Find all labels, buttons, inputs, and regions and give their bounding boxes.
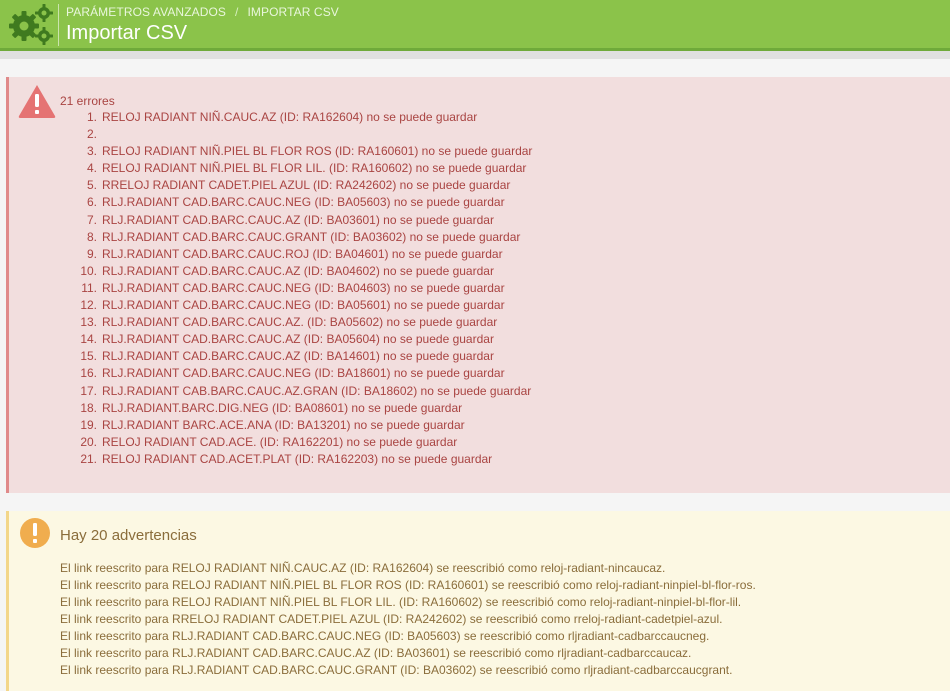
warning-item: El link reescrito para RELOJ RADIANT NIÑ… — [60, 561, 666, 575]
error-item-text: RELOJ RADIANT NIÑ.PIEL BL FLOR LIL. (ID:… — [102, 161, 527, 176]
error-item-text: RRELOJ RADIANT CADET.PIEL AZUL (ID: RA24… — [102, 178, 511, 193]
error-item-text: RLJ.RADIANT CAD.BARC.CAUC.AZ (ID: BA0360… — [102, 212, 494, 227]
warning-item: El link reescrito para RLJ.RADIANT CAD.B… — [60, 629, 710, 643]
error-item-text: RLJ.RADIANT CAD.BARC.CAUC.AZ (ID: BA0460… — [102, 263, 494, 278]
error-item-number: 10. — [80, 263, 97, 278]
error-item-number: 21. — [80, 451, 97, 466]
error-item-number: 7. — [86, 212, 97, 227]
error-item-text: RLJ.RADIANT CAD.BARC.CAUC.ROJ (ID: BA046… — [102, 246, 503, 261]
error-item-text: RLJ.RADIANT CAD.BARC.CAUC.NEG (ID: BA046… — [102, 280, 505, 295]
warning-item: El link reescrito para RRELOJ RADIANT CA… — [60, 612, 723, 626]
warning-item: El link reescrito para RLJ.RADIANT CAD.B… — [60, 646, 692, 660]
warning-item: El link reescrito para RLJ.RADIANT CAD.B… — [60, 663, 733, 677]
error-item: 3. RELOJ RADIANT NIÑ.PIEL BL FLOR ROS (ID… — [60, 143, 532, 160]
error-item-number: 13. — [80, 315, 97, 330]
exclamation-circle-icon — [20, 518, 50, 548]
error-item-number: 15. — [80, 349, 97, 364]
error-item: 11. RLJ.RADIANT CAD.BARC.CAUC.NEG (ID: BA… — [60, 280, 532, 297]
error-item-number: 11. — [81, 280, 97, 295]
error-item-number: 5. — [86, 178, 97, 193]
error-item-text: RELOJ RADIANT NIÑ.CAUC.AZ (ID: RA162604)… — [102, 110, 478, 124]
error-item-number: 16. — [80, 366, 97, 381]
error-item-text: RELOJ RADIANT CAD.ACE. (ID: RA162201) no… — [102, 434, 458, 449]
warning-triangle-icon — [18, 85, 56, 118]
error-item-number: 8. — [86, 229, 97, 244]
page-header: PARÁMETROS AVANZADOS / IMPORTAR CSV Import… — [0, 0, 950, 48]
error-item-text: RLJ.RADIANT BARC.ACE.ANA (ID: BA13201) n… — [102, 417, 465, 432]
error-item: 17. RLJ.RADIANT CAB.BARC.CAUC.AZ.GRAN (ID… — [60, 383, 532, 400]
error-item-text: RLJ.RADIANT CAD.BARC.CAUC.AZ (ID: BA0560… — [102, 332, 494, 347]
error-item-number: 14. — [80, 332, 97, 347]
error-item-number: 19. — [80, 417, 97, 432]
error-item: 13. RLJ.RADIANT CAD.BARC.CAUC.AZ. (ID: BA… — [60, 314, 532, 331]
error-list: 1. RELOJ RADIANT NIÑ.CAUC.AZ (ID: RA16260… — [60, 109, 532, 468]
error-item-text: RLJ.RADIANT CAD.BARC.CAUC.AZ (ID: BA1460… — [102, 349, 494, 364]
error-item-text: RLJ.RADIANT CAD.BARC.CAUC.NEG (ID: BA056… — [102, 298, 505, 313]
error-alert: 21 errores 1. RELOJ RADIANT NIÑ.CAUC.AZ (… — [6, 77, 950, 493]
error-item-number: 17. — [80, 383, 97, 398]
warning-item: El link reescrito para RELOJ RADIANT NIÑ… — [60, 595, 742, 609]
error-item: 4. RELOJ RADIANT NIÑ.PIEL BL FLOR LIL. (I… — [60, 160, 532, 177]
breadcrumb-item-importar-csv: IMPORTAR CSV — [247, 5, 339, 19]
error-item-number: 18. — [80, 400, 97, 415]
error-item-text: RLJ.RADIANT CAB.BARC.CAUC.AZ.GRAN (ID: B… — [102, 383, 532, 398]
error-count: 21 errores — [60, 94, 115, 108]
error-item-number: 3. — [86, 144, 97, 159]
header-divider — [58, 4, 59, 46]
error-item-number: 4. — [86, 161, 97, 176]
error-item: 21. RELOJ RADIANT CAD.ACET.PLAT (ID: RA16… — [60, 451, 532, 468]
error-item-number: 20. — [80, 434, 97, 449]
error-item: 16. RLJ.RADIANT CAD.BARC.CAUC.NEG (ID: BA… — [60, 365, 532, 382]
breadcrumb-separator: / — [235, 5, 239, 19]
error-item: 6. RLJ.RADIANT CAD.BARC.CAUC.NEG (ID: BA0… — [60, 194, 532, 211]
error-item-text: RLJ.RADIANT CAD.BARC.CAUC.NEG (ID: BA186… — [102, 366, 505, 381]
error-item: 14. RLJ.RADIANT CAD.BARC.CAUC.AZ (ID: BA0… — [60, 331, 532, 348]
error-item: 7. RLJ.RADIANT CAD.BARC.CAUC.AZ (ID: BA03… — [60, 212, 532, 229]
error-item-text: RLJ.RADIANT CAD.BARC.CAUC.AZ. (ID: BA056… — [102, 315, 498, 330]
error-item-number: 9. — [86, 246, 97, 261]
warning-list: El link reescrito para RELOJ RADIANT NIÑ… — [60, 560, 756, 679]
breadcrumb-item-parametros-avanzados[interactable]: PARÁMETROS AVANZADOS — [66, 5, 226, 19]
warning-item: El link reescrito para RELOJ RADIANT NIÑ… — [60, 578, 756, 592]
error-item-number: 1. — [86, 110, 97, 124]
error-item: 10. RLJ.RADIANT CAD.BARC.CAUC.AZ (ID: BA0… — [60, 263, 532, 280]
breadcrumb: PARÁMETROS AVANZADOS / IMPORTAR CSV — [66, 5, 339, 19]
error-item: 15. RLJ.RADIANT CAD.BARC.CAUC.AZ (ID: BA1… — [60, 348, 532, 365]
warning-title: Hay 20 advertencias — [60, 527, 197, 544]
error-item-number: 12. — [80, 298, 97, 313]
error-item: 19. RLJ.RADIANT BARC.ACE.ANA (ID: BA13201… — [60, 417, 532, 434]
error-item: 2. — [60, 126, 532, 143]
error-item-text: RELOJ RADIANT NIÑ.PIEL BL FLOR ROS (ID: … — [102, 144, 533, 159]
error-item-text: RELOJ RADIANT CAD.ACET.PLAT (ID: RA16220… — [102, 451, 493, 466]
page-title: Importar CSV — [66, 22, 188, 44]
error-item-text: RLJ.RADIANT CAD.BARC.CAUC.NEG (ID: BA056… — [102, 195, 505, 210]
warning-alert: Hay 20 advertencias El link reescrito pa… — [6, 511, 950, 691]
gears-icon — [9, 4, 53, 45]
error-item: 1. RELOJ RADIANT NIÑ.CAUC.AZ (ID: RA16260… — [60, 109, 532, 126]
error-item: 18. RLJ.RADIANT.BARC.DIG.NEG (ID: BA08601… — [60, 400, 532, 417]
error-item-text: RLJ.RADIANT CAD.BARC.CAUC.GRANT (ID: BA0… — [102, 229, 521, 244]
error-item: 9. RLJ.RADIANT CAD.BARC.CAUC.ROJ (ID: BA0… — [60, 246, 532, 263]
toolbar-strip — [0, 51, 950, 59]
error-item: 5. RRELOJ RADIANT CADET.PIEL AZUL (ID: RA… — [60, 177, 532, 194]
error-item: 12. RLJ.RADIANT CAD.BARC.CAUC.NEG (ID: BA… — [60, 297, 532, 314]
error-item-text: RLJ.RADIANT.BARC.DIG.NEG (ID: BA08601) n… — [102, 400, 463, 415]
error-item-number: 6. — [86, 195, 97, 210]
error-item: 8. RLJ.RADIANT CAD.BARC.CAUC.GRANT (ID: B… — [60, 229, 532, 246]
error-item: 20. RELOJ RADIANT CAD.ACE. (ID: RA162201)… — [60, 434, 532, 451]
error-item-number: 2. — [86, 127, 97, 142]
